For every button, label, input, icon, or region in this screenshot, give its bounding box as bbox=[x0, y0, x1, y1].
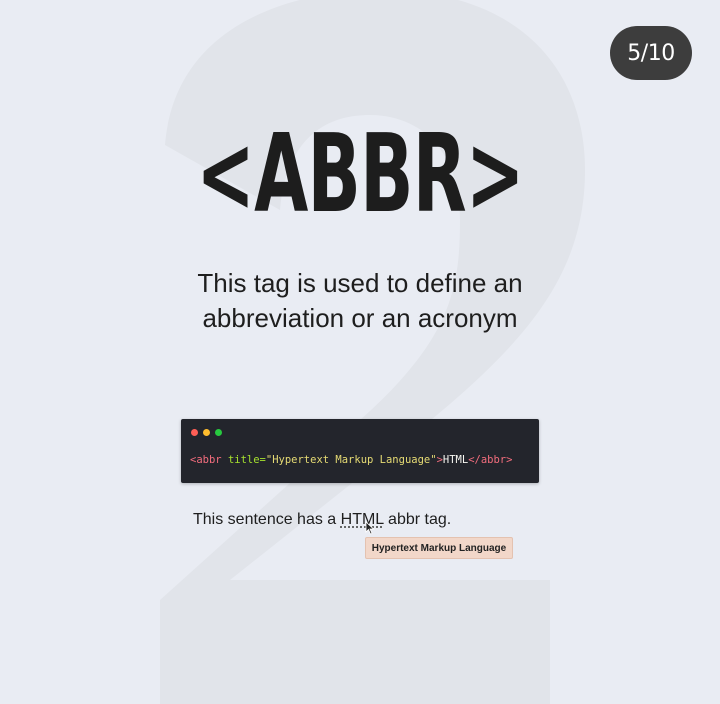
slide-counter-badge: 5/10 bbox=[610, 26, 692, 80]
code-tag-close: </abbr> bbox=[468, 454, 513, 466]
window-minimize-dot-icon bbox=[203, 429, 210, 436]
abbr-tooltip: Hypertext Markup Language bbox=[365, 537, 513, 559]
demo-sentence-after: abbr tag. bbox=[383, 511, 452, 528]
code-attr-name: title= bbox=[227, 454, 266, 466]
watermark-number-two bbox=[160, 0, 585, 704]
window-close-dot-icon bbox=[191, 429, 198, 436]
code-tag-open: <abbr bbox=[190, 454, 228, 466]
code-line: <abbr title="Hypertext Markup Language">… bbox=[190, 454, 512, 466]
code-window: <abbr title="Hypertext Markup Language">… bbox=[181, 419, 539, 483]
demo-sentence-before: This sentence has a bbox=[193, 511, 341, 528]
code-content: HTML bbox=[442, 454, 469, 466]
description-line-2: abbreviation or an acronym bbox=[202, 303, 518, 333]
description-text: This tag is used to define an abbreviati… bbox=[0, 266, 720, 336]
description-line-1: This tag is used to define an bbox=[197, 268, 523, 298]
window-maximize-dot-icon bbox=[215, 429, 222, 436]
demo-sentence: This sentence has a HTML abbr tag. bbox=[193, 511, 451, 529]
code-attr-value: "Hypertext Markup Language" bbox=[265, 454, 437, 466]
mouse-cursor-icon bbox=[365, 521, 375, 535]
demo-abbr[interactable]: HTML bbox=[341, 511, 384, 528]
page-title: <ABBR> bbox=[196, 112, 524, 237]
